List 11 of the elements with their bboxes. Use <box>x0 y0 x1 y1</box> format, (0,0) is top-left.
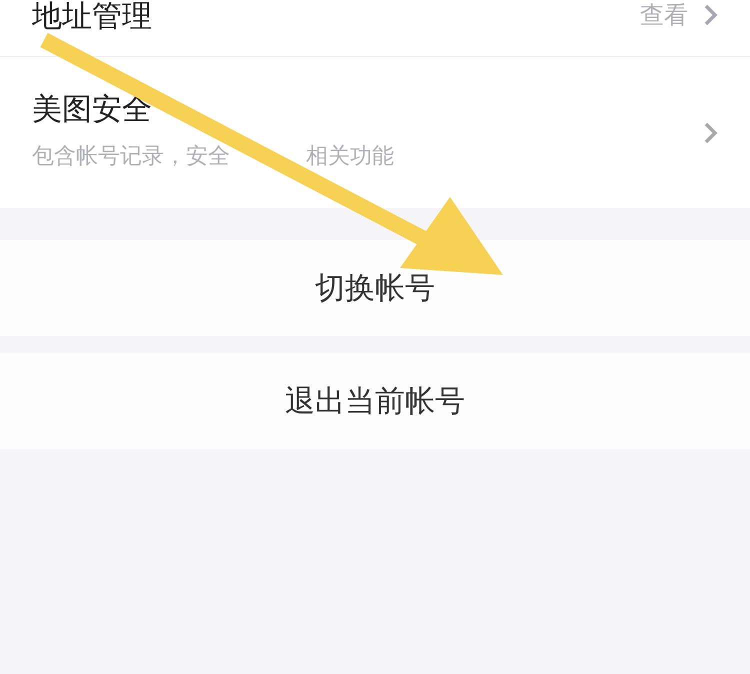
settings-row[interactable]: 地址管理 查看 <box>0 0 750 56</box>
settings-row[interactable]: 美图安全 包含帐号记录，安全 相关功能 <box>0 56 750 208</box>
chevron-icon <box>704 4 718 26</box>
action-button[interactable]: 退出当前帐号 <box>0 353 750 449</box>
row-title: 地址管理 <box>32 2 152 32</box>
chevron-icon <box>704 122 718 144</box>
row-description: 包含帐号记录，安全 <box>32 143 230 171</box>
action-button[interactable]: 切换帐号 <box>0 240 750 336</box>
row-description: 相关功能 <box>306 143 394 171</box>
row-value: 查看 <box>640 2 688 28</box>
row-title: 美图安全 <box>32 92 152 128</box>
